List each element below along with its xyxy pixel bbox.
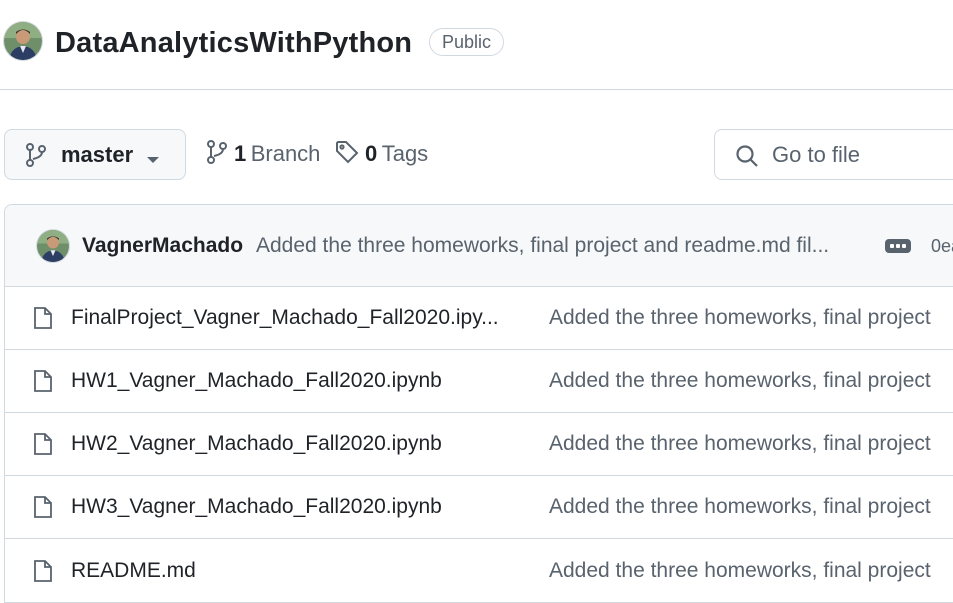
file-icon xyxy=(33,495,53,524)
file-name[interactable]: HW2_Vagner_Machado_Fall2020.ipynb xyxy=(71,432,442,456)
file-name[interactable]: HW3_Vagner_Machado_Fall2020.ipynb xyxy=(71,495,442,519)
file-commit-message[interactable]: Added the three homeworks, final project xyxy=(549,559,931,583)
go-to-file-box[interactable] xyxy=(714,129,953,180)
commit-sha[interactable]: 0ea xyxy=(931,236,953,257)
branches-link[interactable]: 1 Branch xyxy=(206,140,320,170)
file-icon xyxy=(33,432,53,461)
commit-message[interactable]: Added the three homeworks, final project… xyxy=(256,234,829,258)
file-commit-message[interactable]: Added the three homeworks, final project xyxy=(549,432,931,456)
git-branch-icon xyxy=(25,143,47,172)
branch-count: 1 xyxy=(234,141,247,166)
file-row: HW3_Vagner_Machado_Fall2020.ipynb Added … xyxy=(5,476,953,539)
file-icon xyxy=(33,559,53,588)
commit-author-avatar[interactable] xyxy=(37,230,69,262)
owner-avatar[interactable] xyxy=(4,22,42,60)
latest-commit-row: VagnerMachado Added the three homeworks,… xyxy=(5,205,953,287)
file-name[interactable]: FinalProject_Vagner_Machado_Fall2020.ipy… xyxy=(71,306,499,330)
file-row: README.md Added the three homeworks, fin… xyxy=(5,540,953,603)
visibility-badge: Public xyxy=(429,28,505,56)
branch-select-button[interactable]: master xyxy=(4,129,186,180)
branch-count-label: Branch xyxy=(250,141,321,166)
search-icon xyxy=(735,144,759,173)
file-table: VagnerMachado Added the three homeworks,… xyxy=(4,204,953,603)
repo-name[interactable]: DataAnalyticsWithPython xyxy=(55,27,412,60)
caret-down-icon xyxy=(146,151,160,169)
file-commit-message[interactable]: Added the three homeworks, final project xyxy=(549,306,931,330)
tag-count: 0 xyxy=(365,141,378,166)
tags-link[interactable]: 0 Tags xyxy=(335,140,428,170)
go-to-file-input[interactable] xyxy=(770,139,953,171)
file-row: HW1_Vagner_Machado_Fall2020.ipynb Added … xyxy=(5,350,953,413)
git-branch-icon xyxy=(206,140,228,169)
file-row: FinalProject_Vagner_Machado_Fall2020.ipy… xyxy=(5,287,953,350)
file-commit-message[interactable]: Added the three homeworks, final project xyxy=(549,495,931,519)
file-commit-message[interactable]: Added the three homeworks, final project xyxy=(549,369,931,393)
file-name[interactable]: HW1_Vagner_Machado_Fall2020.ipynb xyxy=(71,369,442,393)
file-icon xyxy=(33,369,53,398)
file-row: HW2_Vagner_Machado_Fall2020.ipynb Added … xyxy=(5,413,953,476)
ellipsis-icon[interactable] xyxy=(885,239,911,253)
commit-author[interactable]: VagnerMachado xyxy=(82,234,243,258)
tag-count-label: Tags xyxy=(381,141,429,166)
repo-page: DataAnalyticsWithPython Public master 1 … xyxy=(0,0,953,603)
tag-icon xyxy=(335,140,359,169)
file-name[interactable]: README.md xyxy=(71,559,196,583)
file-icon xyxy=(33,306,53,335)
branch-name: master xyxy=(61,142,134,167)
repo-header: DataAnalyticsWithPython Public xyxy=(0,0,953,90)
